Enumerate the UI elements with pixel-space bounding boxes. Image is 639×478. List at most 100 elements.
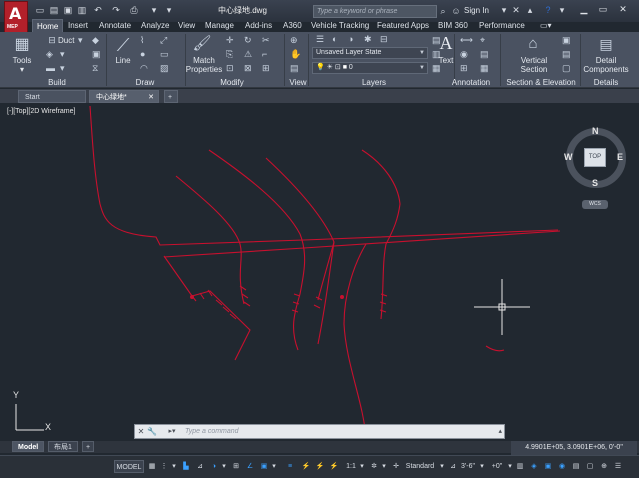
object-snap-icon[interactable]: ▣ xyxy=(258,460,270,473)
wrench-icon[interactable]: 🔧 xyxy=(147,426,157,437)
display-style-select[interactable]: Standard xyxy=(402,460,438,473)
leader-icon[interactable]: ⌖ xyxy=(480,35,485,45)
clean-screen-icon[interactable]: ▢ xyxy=(584,460,596,473)
pipe-icon[interactable]: ▬ xyxy=(46,63,55,73)
rectangle-icon[interactable]: ▭ xyxy=(160,49,169,59)
tab-bim-360[interactable]: BIM 360 xyxy=(434,19,472,32)
application-menu-button[interactable]: A MEP xyxy=(4,1,28,33)
valve-icon[interactable]: ⧖ xyxy=(92,63,98,73)
object-enabler-icon[interactable]: ◉ xyxy=(556,460,568,473)
sign-in-link[interactable]: Sign In xyxy=(464,6,489,15)
snap-dropdown-icon[interactable]: ▾ xyxy=(170,460,178,473)
text-label[interactable]: Text xyxy=(434,56,458,65)
pipe-dropdown-icon[interactable]: ▾ xyxy=(60,63,65,73)
mirror-icon[interactable]: ⚠ xyxy=(244,49,252,59)
dimension-icon[interactable]: ⟷ xyxy=(460,35,473,45)
layer-isolate-icon[interactable]: ◑ xyxy=(348,34,353,44)
new-tab-button[interactable]: + xyxy=(164,90,178,103)
offset-dropdown-icon[interactable]: ▾ xyxy=(506,460,514,473)
command-prompt-icon[interactable]: ▸▾ xyxy=(165,426,179,437)
tab-featured-apps[interactable]: Featured Apps xyxy=(373,19,433,32)
arc-icon[interactable]: ◠ xyxy=(140,63,148,73)
fillet-icon[interactable]: ⌐ xyxy=(262,49,267,59)
gear-icon[interactable]: ✲ xyxy=(368,460,380,473)
search-icon[interactable]: ⌕ xyxy=(437,5,449,18)
minimize-button[interactable]: ▁ xyxy=(576,2,592,16)
fitting-icon[interactable]: ◆ xyxy=(92,35,99,45)
move-draw-icon[interactable]: ⤢ xyxy=(160,35,167,45)
tab-model[interactable]: Model xyxy=(12,441,45,452)
scale-dropdown-icon[interactable]: ▾ xyxy=(358,460,366,473)
help-dropdown-icon[interactable]: ▾ xyxy=(556,4,568,16)
tab-analyze[interactable]: Analyze xyxy=(137,19,173,32)
customization-icon[interactable]: ☰ xyxy=(612,460,624,473)
keynote-icon[interactable]: ▤ xyxy=(480,49,489,59)
compass-north[interactable]: N xyxy=(592,126,599,136)
layer-state-select[interactable]: Unsaved Layer State ▼ xyxy=(312,47,428,59)
tab-manage[interactable]: Manage xyxy=(201,19,238,32)
equipment-dropdown-icon[interactable]: ▾ xyxy=(60,49,65,59)
tab-layout1[interactable]: 布局1 xyxy=(48,441,78,452)
workspace-switch-icon[interactable]: ▤ xyxy=(570,460,582,473)
vertical-section-label[interactable]: Vertical Section xyxy=(514,56,554,74)
object-snap-tracking-icon[interactable]: ∠ xyxy=(244,460,256,473)
grid-icon[interactable]: ▦ xyxy=(146,460,158,473)
duct-label[interactable]: Duct xyxy=(58,36,74,45)
hardware-acceleration-icon[interactable]: ▣ xyxy=(542,460,554,473)
tab-a360[interactable]: A360 xyxy=(279,19,306,32)
cut-plane-value[interactable]: 3'-6" xyxy=(458,460,478,473)
annotation-scale-icon[interactable]: ⚡ xyxy=(328,460,340,473)
elevation-icon[interactable]: ▤ xyxy=(562,49,571,59)
polar-dropdown-icon[interactable]: ▾ xyxy=(220,460,228,473)
polyline-icon[interactable]: ⌇ xyxy=(140,35,144,45)
ribbon-options-icon[interactable]: ▭▾ xyxy=(536,19,556,32)
tools-dropdown-icon[interactable]: ▾ xyxy=(12,65,32,74)
tools-label[interactable]: Tools xyxy=(6,56,38,65)
plot-icon[interactable]: ⎙ xyxy=(128,4,140,16)
annotation-visibility-icon[interactable]: ⚡ xyxy=(300,460,312,473)
match-properties-label[interactable]: Match Properties xyxy=(184,56,224,74)
layer-freeze-tool-icon[interactable]: ✱ xyxy=(364,34,372,44)
a360-icon[interactable]: ▴ xyxy=(524,4,536,16)
surface-hatch-icon[interactable]: ▥ xyxy=(514,460,526,473)
tab-insert[interactable]: Insert xyxy=(64,19,92,32)
stretch-icon[interactable]: ⊡ xyxy=(226,63,234,73)
dimension-icon[interactable]: ⊿ xyxy=(448,460,458,473)
file-tab-drawing[interactable]: 中心绿地* ✕ xyxy=(89,90,159,103)
annotation-monitor-icon[interactable]: ⊕ xyxy=(598,460,610,473)
circle-icon[interactable]: ● xyxy=(140,49,145,59)
tab-add-ins[interactable]: Add-ins xyxy=(241,19,276,32)
array-icon[interactable]: ⊞ xyxy=(262,63,270,73)
line-icon[interactable]: ⟋ xyxy=(112,34,134,56)
layer-properties-icon[interactable]: ☰ xyxy=(316,34,324,44)
drawing-canvas[interactable]: [-][Top][2D Wireframe] Y X TOP N S E W W… xyxy=(4,104,634,441)
chevron-up-icon[interactable]: ▴ xyxy=(498,426,502,437)
tab-home[interactable]: Home xyxy=(32,19,64,32)
close-icon[interactable]: ✕ xyxy=(148,91,154,104)
table-icon[interactable]: ⊞ xyxy=(460,63,468,73)
text-tool-icon[interactable]: A xyxy=(436,33,456,53)
trim-icon[interactable]: ✂ xyxy=(262,35,270,45)
copy-icon[interactable]: ⎘ xyxy=(226,49,233,59)
snap-icon[interactable]: ⋮ xyxy=(158,460,170,473)
zoom-icon[interactable]: ⊕ xyxy=(290,35,298,45)
workspace-icon[interactable]: ▾ xyxy=(148,4,160,16)
save-as-icon[interactable]: ▥ xyxy=(76,4,88,16)
match-properties-icon[interactable]: 🖌 xyxy=(192,35,212,53)
cut-plane-dropdown-icon[interactable]: ▾ xyxy=(478,460,486,473)
customize-qat-icon[interactable]: ▾ xyxy=(163,4,175,16)
duct-dropdown-icon[interactable]: ▾ xyxy=(78,35,83,45)
current-layer-select[interactable]: 💡 ☀ ⊡ ■ 0 ▼ xyxy=(312,62,428,74)
compass-south[interactable]: S xyxy=(592,178,598,188)
new-layout-button[interactable]: + xyxy=(82,441,95,452)
vertical-section-icon[interactable]: ⌂ xyxy=(522,35,544,53)
model-space-toggle[interactable]: MODEL xyxy=(114,460,144,473)
callout-icon[interactable]: ▢ xyxy=(562,63,571,73)
file-tab-start[interactable]: Start xyxy=(18,90,86,103)
viewcube-top-face[interactable]: TOP xyxy=(584,148,606,167)
elevation-offset-value[interactable]: +0" xyxy=(488,460,506,473)
detail-components-label[interactable]: Detail Components xyxy=(582,56,630,74)
coordinates-display[interactable]: 4.9901E+05, 3.0901E+06, 0'-0" xyxy=(511,441,637,455)
pan-icon[interactable]: ✋ xyxy=(290,49,301,59)
save-icon[interactable]: ▣ xyxy=(62,4,74,16)
